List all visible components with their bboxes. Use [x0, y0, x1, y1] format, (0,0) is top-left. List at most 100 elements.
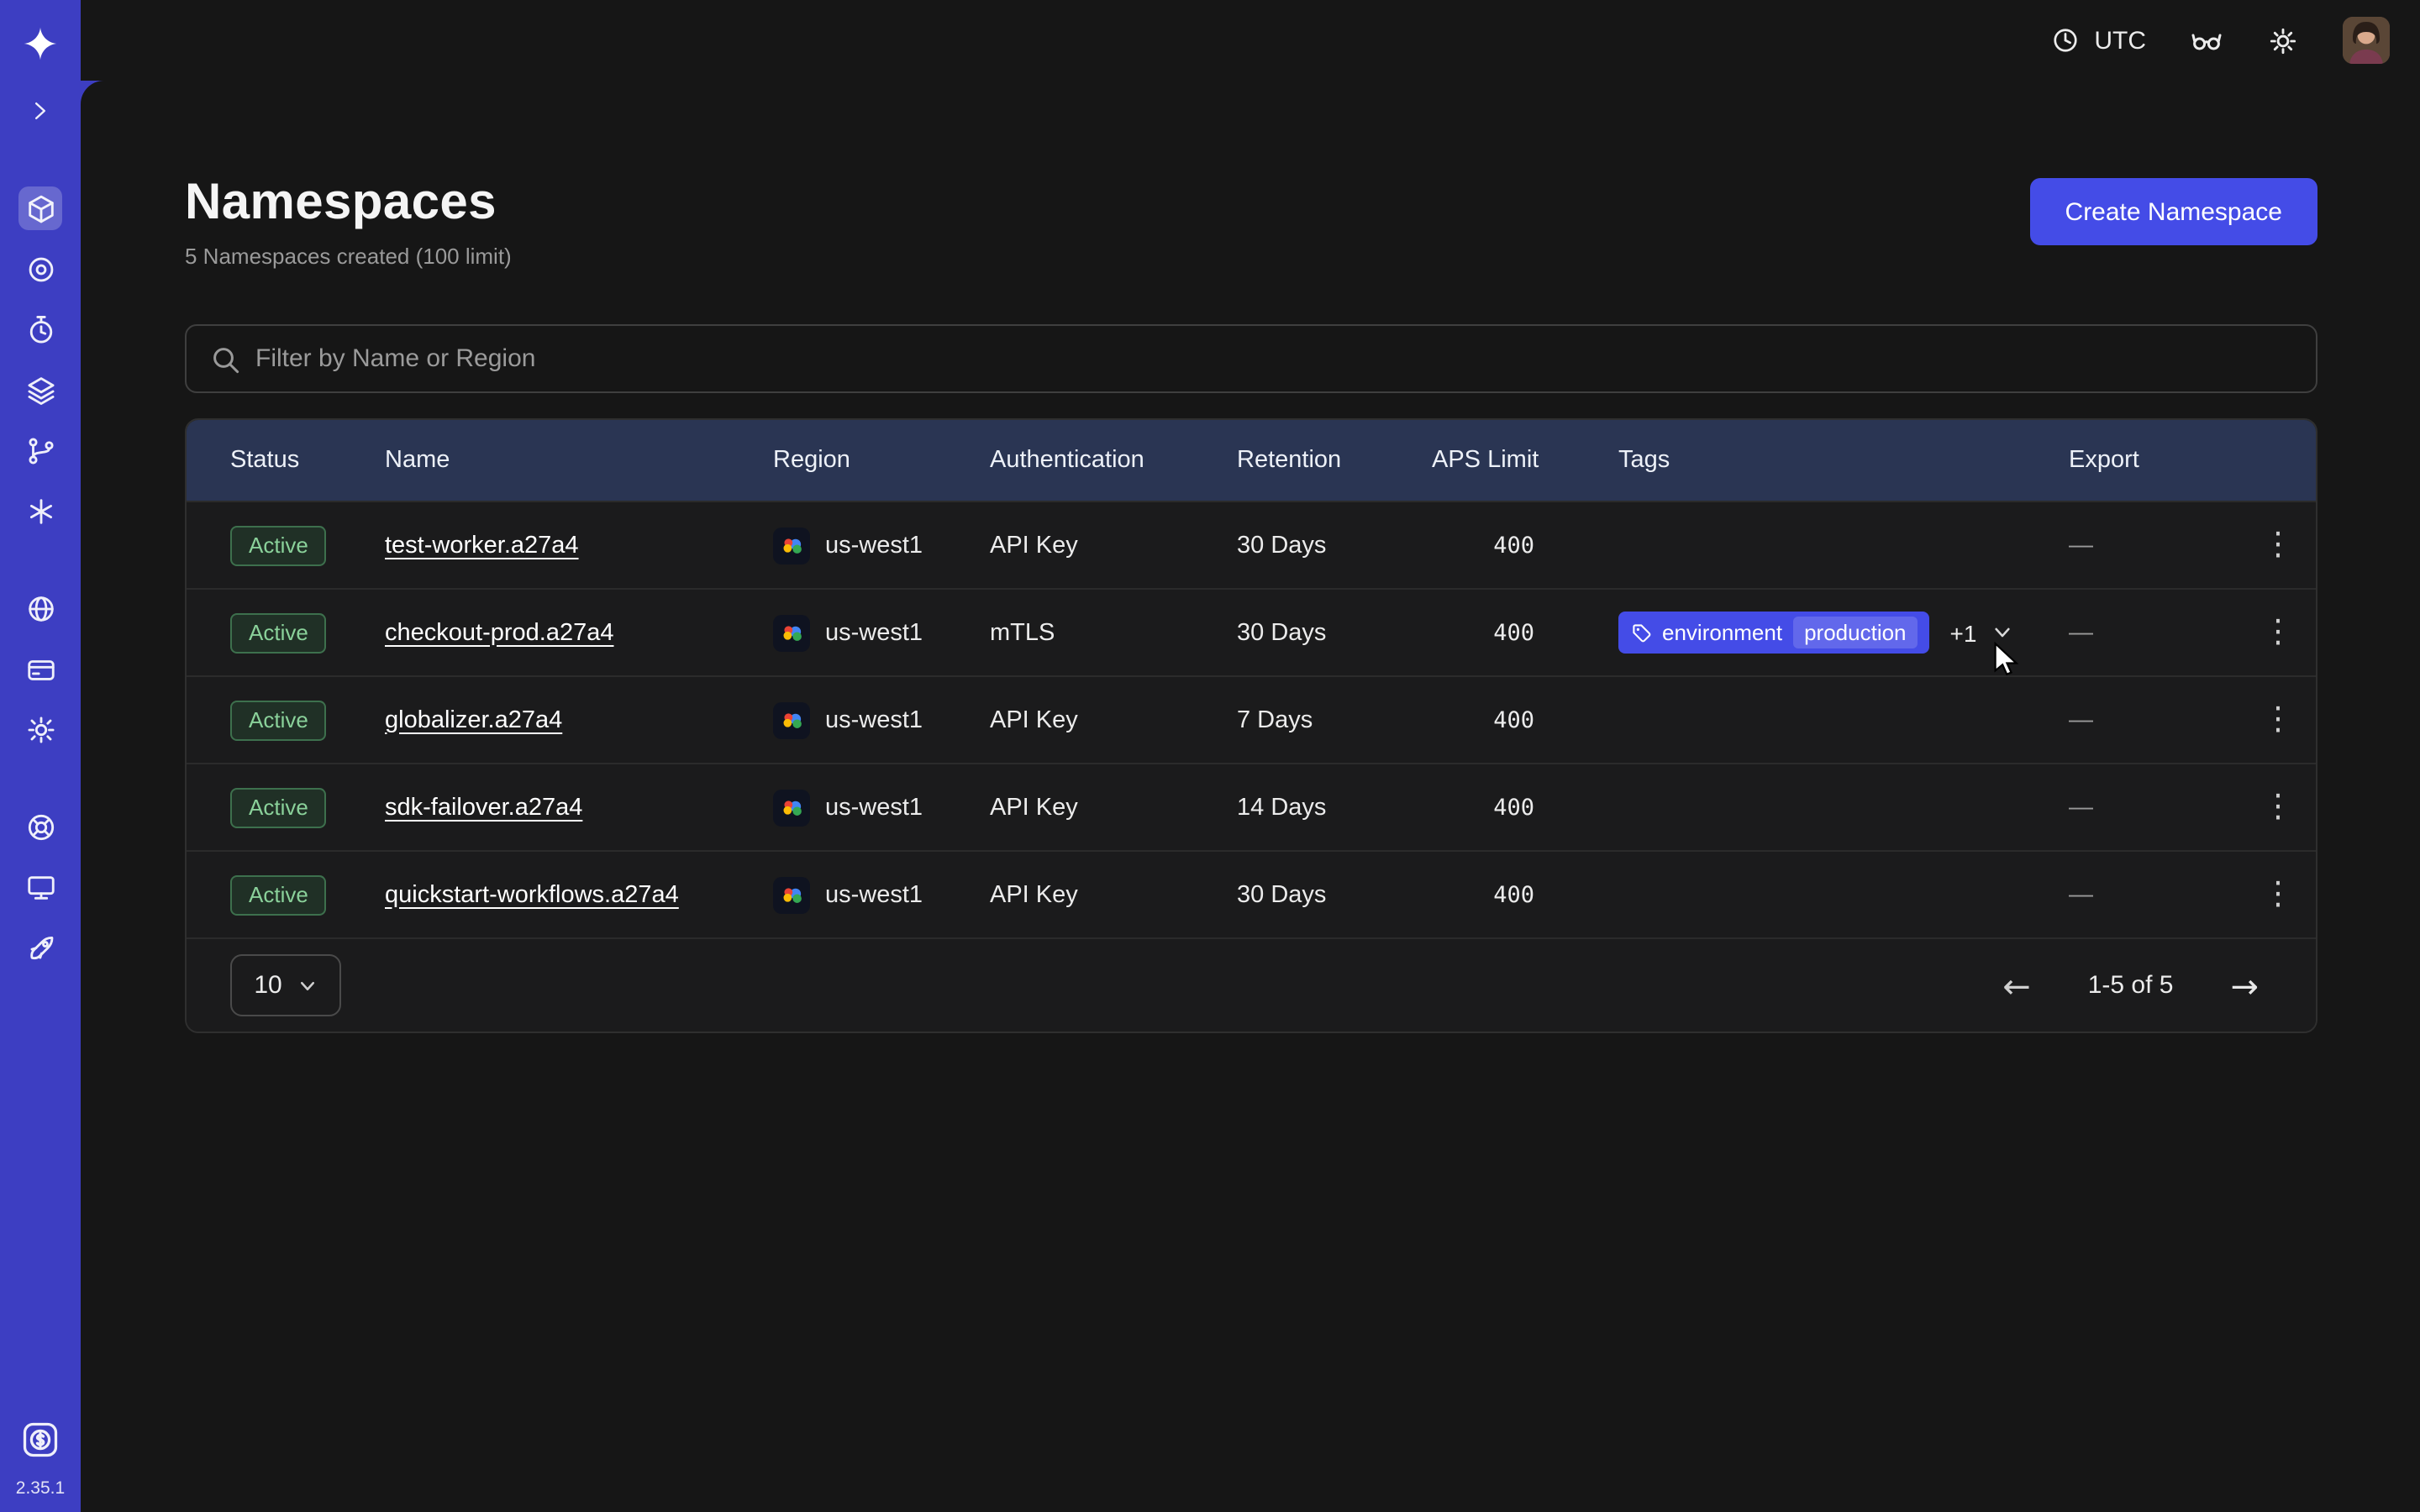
app-version: 2.35.1 — [16, 1478, 65, 1499]
row-menu-button[interactable]: ⋮ — [2240, 791, 2316, 823]
glasses-icon — [2190, 24, 2223, 57]
sidebar: 2.35.1 — [0, 0, 81, 1512]
namespace-link[interactable]: checkout-prod.a27a4 — [385, 619, 614, 646]
filter-bar — [185, 324, 2317, 393]
table-row: Active test-worker.a27a4 us-west1 API Ke… — [187, 501, 2316, 588]
sidebar-item-billing[interactable] — [18, 647, 62, 690]
tag-key: environment — [1662, 620, 1782, 645]
avatar[interactable] — [2343, 17, 2390, 64]
table-row: Active sdk-failover.a27a4 us-west1 API K… — [187, 763, 2316, 850]
status-badge: Active — [230, 700, 327, 740]
sidebar-item-namespaces[interactable] — [18, 186, 62, 230]
namespace-link[interactable]: globalizer.a27a4 — [385, 706, 562, 733]
sidebar-expand-button[interactable] — [18, 89, 62, 133]
export-value: — — [2069, 532, 2240, 559]
content-panel: Namespaces 5 Namespaces created (100 lim… — [81, 81, 2420, 1512]
export-value: — — [2069, 706, 2240, 733]
region-label: us-west1 — [825, 794, 923, 821]
auth-label: API Key — [990, 794, 1237, 821]
region-label: us-west1 — [825, 706, 923, 733]
namespace-link[interactable]: test-worker.a27a4 — [385, 532, 579, 559]
gcp-region-icon — [773, 527, 810, 564]
tags-expand-chevron-icon[interactable] — [1991, 622, 2013, 643]
region-label: us-west1 — [825, 619, 923, 646]
auth-label: mTLS — [990, 619, 1237, 646]
filter-input[interactable] — [255, 344, 2292, 373]
chevron-down-icon — [297, 975, 318, 995]
retention-label: 30 Days — [1237, 532, 1432, 559]
main-area: UTC Namespaces 5 Namespaces created (100… — [81, 0, 2420, 1512]
status-badge: Active — [230, 787, 327, 827]
status-badge: Active — [230, 612, 327, 653]
col-header-status: Status — [230, 447, 385, 474]
table-header-row: Status Name Region Authentication Retent… — [187, 420, 2316, 501]
sidebar-item-deployments[interactable] — [18, 368, 62, 412]
sidebar-item-settings[interactable] — [18, 707, 62, 751]
sidebar-item-nexus[interactable] — [18, 489, 62, 533]
retention-label: 7 Days — [1237, 706, 1432, 733]
page-size-select[interactable]: 10 — [230, 954, 341, 1016]
sidebar-item-monitoring[interactable] — [18, 247, 62, 291]
export-value: — — [2069, 794, 2240, 821]
col-header-authentication: Authentication — [990, 447, 1237, 474]
col-header-retention: Retention — [1237, 447, 1432, 474]
retention-label: 30 Days — [1237, 619, 1432, 646]
next-page-button[interactable]: → — [2230, 965, 2259, 1005]
namespace-link[interactable]: quickstart-workflows.a27a4 — [385, 881, 679, 908]
retention-label: 30 Days — [1237, 881, 1432, 908]
region-label: us-west1 — [825, 532, 923, 559]
namespaces-table: Status Name Region Authentication Retent… — [185, 418, 2317, 1033]
page-title: Namespaces — [185, 175, 512, 232]
sidebar-item-resources[interactable] — [18, 865, 62, 909]
sidebar-item-getting-started[interactable] — [18, 926, 62, 969]
page-subtitle: 5 Namespaces created (100 limit) — [185, 244, 512, 269]
aps-limit-value: 400 — [1432, 706, 1618, 733]
auth-label: API Key — [990, 881, 1237, 908]
table-row: Active quickstart-workflows.a27a4 us-wes… — [187, 850, 2316, 937]
aps-limit-value: 400 — [1432, 881, 1618, 908]
sidebar-item-regions[interactable] — [18, 586, 62, 630]
labs-toggle[interactable] — [2190, 24, 2223, 57]
aps-limit-value: 400 — [1432, 794, 1618, 821]
pagination-range: 1-5 of 5 — [2088, 971, 2174, 1000]
col-header-region: Region — [773, 447, 990, 474]
timezone-selector[interactable]: UTC — [2050, 25, 2146, 55]
gcp-region-icon — [773, 876, 810, 913]
page-header: Namespaces 5 Namespaces created (100 lim… — [185, 175, 2317, 269]
sidebar-footer: 2.35.1 — [15, 1415, 66, 1512]
timezone-label: UTC — [2094, 26, 2146, 55]
col-header-export: Export — [2069, 447, 2240, 474]
tags-more-count: +1 — [1950, 619, 1977, 646]
table-row: Active checkout-prod.a27a4 us-west1 mTLS… — [187, 588, 2316, 675]
export-value: — — [2069, 619, 2240, 646]
table-row: Active globalizer.a27a4 us-west1 API Key… — [187, 675, 2316, 763]
sidebar-item-schedules[interactable] — [18, 307, 62, 351]
temporal-logo-icon[interactable] — [18, 22, 62, 66]
status-badge: Active — [230, 874, 327, 915]
search-icon — [210, 344, 240, 374]
create-namespace-button[interactable]: Create Namespace — [2030, 178, 2317, 245]
aps-limit-value: 400 — [1432, 532, 1618, 559]
clock-icon — [2050, 25, 2081, 55]
row-menu-button[interactable]: ⋮ — [2240, 617, 2316, 648]
namespace-link[interactable]: sdk-failover.a27a4 — [385, 794, 582, 821]
tag-icon — [1632, 622, 1652, 643]
theme-toggle[interactable] — [2267, 24, 2299, 56]
status-badge: Active — [230, 525, 327, 565]
sidebar-item-batch-operations[interactable] — [18, 428, 62, 472]
usage-icon[interactable] — [15, 1415, 66, 1465]
export-value: — — [2069, 881, 2240, 908]
row-menu-button[interactable]: ⋮ — [2240, 879, 2316, 911]
prev-page-button[interactable]: ← — [2002, 965, 2031, 1005]
retention-label: 14 Days — [1237, 794, 1432, 821]
tags-cell: environment production +1 — [1618, 612, 2069, 654]
col-header-name: Name — [385, 447, 773, 474]
auth-label: API Key — [990, 706, 1237, 733]
row-menu-button[interactable]: ⋮ — [2240, 704, 2316, 736]
sidebar-item-support[interactable] — [18, 805, 62, 848]
table-body: Active test-worker.a27a4 us-west1 API Ke… — [187, 501, 2316, 937]
gcp-region-icon — [773, 789, 810, 826]
row-menu-button[interactable]: ⋮ — [2240, 529, 2316, 561]
tag-pill[interactable]: environment production — [1618, 612, 1930, 654]
table-footer: 10 ← 1-5 of 5 → — [187, 937, 2316, 1032]
